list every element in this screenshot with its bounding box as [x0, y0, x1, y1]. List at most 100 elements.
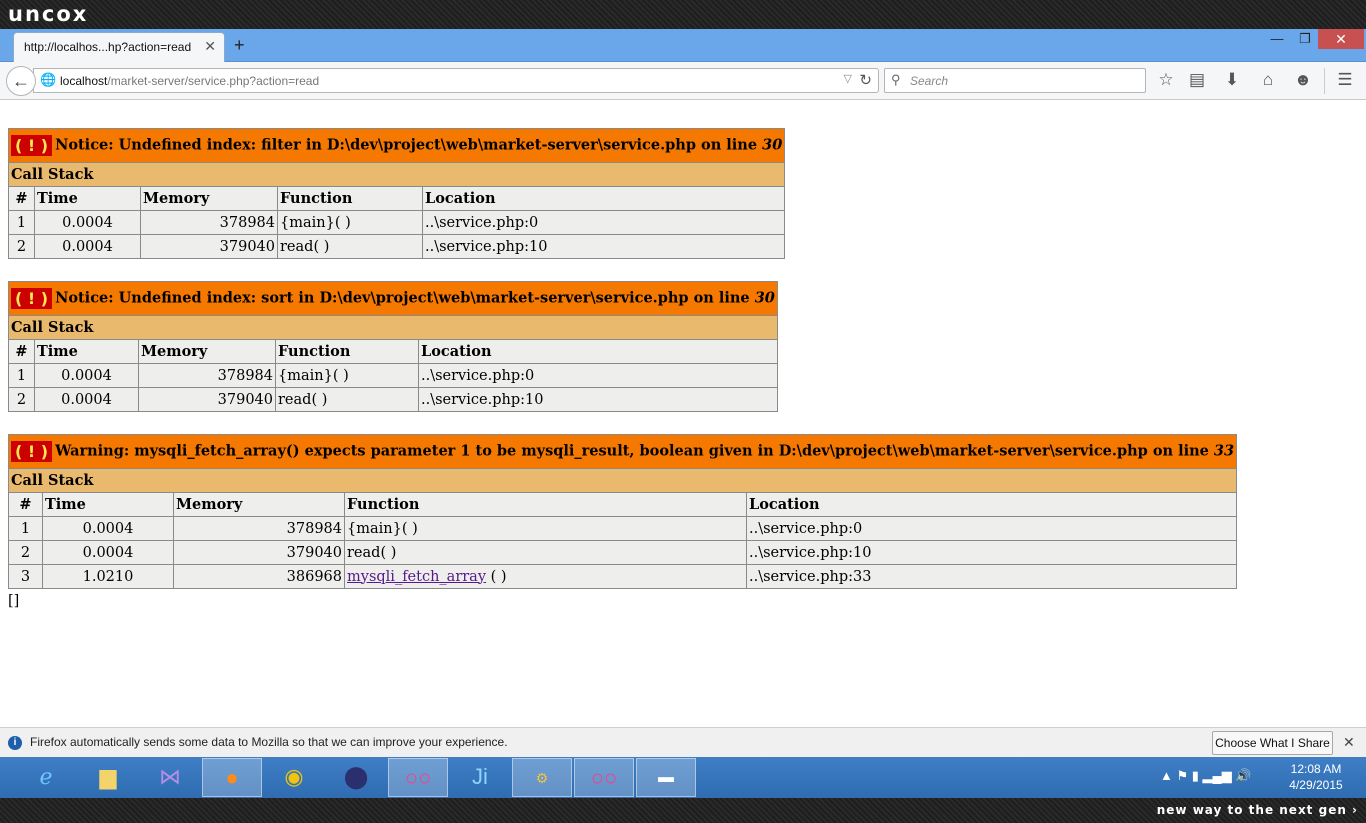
- col-memory: Memory: [138, 339, 276, 364]
- system-tray[interactable]: ▲ ⚑ ▮ ▂▄▆ 🔊: [1160, 768, 1252, 784]
- url-host: localhost: [60, 74, 108, 88]
- error-badge-icon: ( ! ): [11, 288, 53, 309]
- table-row: 1 0.0004 378984 {main}( ) ..\service.php…: [8, 363, 778, 388]
- warning-badge-icon: ( ! ): [11, 441, 53, 462]
- cell-function: mysqli_fetch_array ( ): [344, 564, 747, 589]
- error-badge-icon: ( ! ): [11, 135, 53, 156]
- visual-studio-icon[interactable]: ⋈: [140, 758, 200, 797]
- cell-function: {main}( ): [277, 210, 423, 235]
- cell-num: 2: [8, 234, 35, 259]
- clock[interactable]: 12:08 AM 4/29/2015: [1280, 761, 1352, 793]
- column-header-row: # Time Memory Function Location: [8, 339, 778, 364]
- chrome-icon[interactable]: ◉: [264, 758, 324, 797]
- error-line: 33: [1213, 442, 1235, 460]
- top-brand-bar: uncox: [0, 0, 1366, 29]
- minimize-button[interactable]: —: [1262, 31, 1292, 51]
- chevron-down-icon[interactable]: ▽: [844, 72, 852, 85]
- back-button[interactable]: ←: [6, 66, 36, 96]
- table-row: 2 0.0004 379040 read( ) ..\service.php:1…: [8, 234, 786, 259]
- col-time: Time: [34, 186, 141, 211]
- table-row: 1 0.0004 378984 {main}( ) ..\service.php…: [8, 516, 1238, 541]
- notification-text: Firefox automatically sends some data to…: [30, 735, 508, 749]
- menu-icon[interactable]: ☰: [1334, 70, 1356, 90]
- cell-memory: 379040: [140, 234, 278, 259]
- page-content: ( ! ) Notice: Undefined index: filter in …: [7, 128, 1238, 609]
- cell-location: ..\service.php:10: [745, 540, 1238, 565]
- download-icon[interactable]: ⬇: [1221, 70, 1243, 90]
- globe-icon: 🌐: [40, 72, 57, 87]
- cell-time: 1.0210: [42, 564, 174, 589]
- cell-num: 1: [8, 516, 43, 541]
- cell-function: read( ): [275, 387, 419, 412]
- cell-num: 1: [8, 363, 35, 388]
- error-table-filter: ( ! ) Notice: Undefined index: filter in …: [7, 128, 786, 259]
- search-input[interactable]: ⚲ Search: [884, 68, 1146, 93]
- cell-time: 0.0004: [42, 540, 174, 565]
- search-placeholder: Search: [910, 74, 949, 88]
- command-prompt-icon[interactable]: ▬: [636, 758, 696, 797]
- col-location: Location: [421, 186, 786, 211]
- url-bar[interactable]: 🌐 localhost/market-server/service.php?ac…: [33, 68, 879, 93]
- cell-time: 0.0004: [34, 387, 139, 412]
- call-stack-label: Call Stack: [7, 468, 1238, 493]
- error-line: 30: [754, 289, 775, 307]
- table-row: 2 0.0004 379040 read( ) ..\service.php:1…: [8, 387, 778, 412]
- tab-strip: http://localhos...hp?action=read ✕ + — ❐…: [0, 29, 1366, 62]
- call-stack-label: Call Stack: [7, 162, 786, 187]
- toolbar-separator: [1324, 68, 1325, 94]
- cell-num: 2: [8, 387, 35, 412]
- javaee-ide-icon[interactable]: ⚙: [512, 758, 572, 797]
- clock-date: 4/29/2015: [1289, 778, 1343, 792]
- cell-memory: 379040: [138, 387, 276, 412]
- home-icon[interactable]: ⌂: [1257, 70, 1279, 90]
- cell-num: 2: [8, 540, 43, 565]
- error-header: ( ! ) Warning: mysqli_fetch_array() expec…: [7, 434, 1238, 469]
- back-arrow-icon: ←: [12, 71, 30, 91]
- firefox-icon[interactable]: ●: [202, 758, 262, 797]
- new-tab-button[interactable]: +: [234, 35, 245, 56]
- close-window-button[interactable]: ✕: [1318, 29, 1364, 49]
- cell-num: 1: [8, 210, 35, 235]
- flickr-icon[interactable]: ○○: [574, 758, 634, 797]
- clock-time: 12:08 AM: [1290, 762, 1342, 776]
- cell-memory: 378984: [173, 516, 345, 541]
- cell-time: 0.0004: [34, 210, 141, 235]
- ie-icon[interactable]: ℯ: [16, 758, 76, 797]
- cell-memory: 378984: [138, 363, 276, 388]
- search-icon: ⚲: [891, 72, 901, 87]
- col-function: Function: [275, 339, 419, 364]
- hello-icon[interactable]: ☻: [1292, 70, 1314, 90]
- cell-function: read( ): [344, 540, 747, 565]
- tab-close-icon[interactable]: ✕: [204, 38, 216, 55]
- intellij-icon[interactable]: Ji: [450, 758, 510, 797]
- data-reporting-notification: i Firefox automatically sends some data …: [0, 727, 1366, 757]
- close-notification-icon[interactable]: ✕: [1343, 734, 1355, 751]
- col-num: #: [8, 339, 35, 364]
- reading-list-icon[interactable]: ▤: [1186, 70, 1208, 90]
- bookmark-star-icon[interactable]: ☆: [1155, 70, 1177, 90]
- cell-location: ..\service.php:0: [418, 363, 778, 388]
- cell-memory: 379040: [173, 540, 345, 565]
- flickr-icon[interactable]: ○○: [388, 758, 448, 797]
- reload-icon[interactable]: ↻: [859, 71, 872, 89]
- file-explorer-icon[interactable]: ▆: [78, 758, 138, 797]
- eclipse-icon[interactable]: ⬤: [326, 758, 386, 797]
- choose-what-i-share-button[interactable]: Choose What I Share: [1212, 731, 1333, 755]
- col-location: Location: [745, 492, 1238, 517]
- cell-time: 0.0004: [34, 363, 139, 388]
- php-manual-link[interactable]: mysqli_fetch_array: [347, 569, 486, 585]
- error-header: ( ! ) Notice: Undefined index: filter in …: [7, 128, 786, 163]
- func-suffix: ( ): [486, 568, 507, 585]
- table-row: 1 0.0004 378984 {main}( ) ..\service.php…: [8, 210, 786, 235]
- col-location: Location: [418, 339, 778, 364]
- maximize-button[interactable]: ❐: [1290, 31, 1320, 51]
- cell-location: ..\service.php:0: [421, 210, 786, 235]
- cell-location: ..\service.php:0: [745, 516, 1238, 541]
- url-path: /market-server/service.php?action=read: [107, 74, 320, 88]
- table-row: 2 0.0004 379040 read( ) ..\service.php:1…: [8, 540, 1238, 565]
- navigation-bar: 🌐 localhost/market-server/service.php?ac…: [0, 62, 1366, 100]
- error-message: Notice: Undefined index: sort in D:\dev\…: [55, 289, 755, 307]
- tab-service-php[interactable]: http://localhos...hp?action=read ✕: [13, 32, 225, 62]
- col-num: #: [8, 492, 43, 517]
- column-header-row: # Time Memory Function Location: [8, 186, 786, 211]
